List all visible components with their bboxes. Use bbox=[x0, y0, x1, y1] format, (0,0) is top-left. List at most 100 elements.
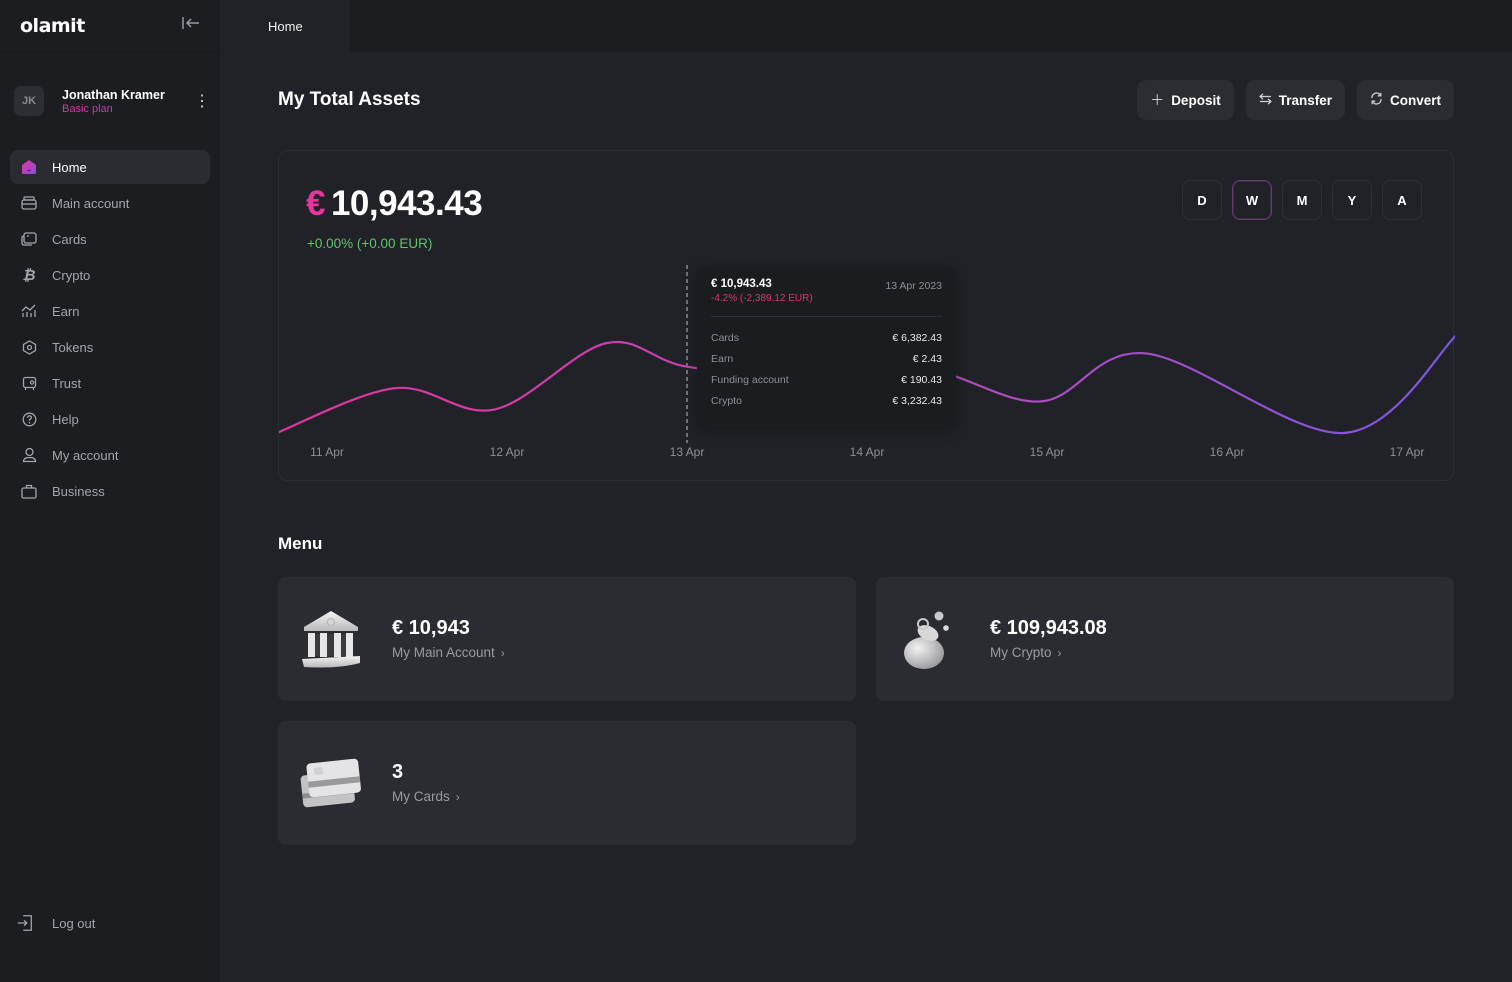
cards-illustration bbox=[298, 751, 364, 815]
convert-button[interactable]: Convert bbox=[1356, 80, 1454, 120]
sidebar-item-main-account[interactable]: Main account bbox=[10, 186, 210, 220]
cards-count: 3 bbox=[392, 761, 404, 783]
deposit-label: Deposit bbox=[1171, 92, 1221, 108]
app-logo[interactable]: olamit bbox=[20, 15, 85, 37]
tooltip-total: € 10,943.43 bbox=[711, 278, 772, 290]
total-assets-card: €10,943.43 +0.00% (+0.00 EUR) D W M Y A … bbox=[278, 150, 1455, 481]
tooltip-row-label: Crypto bbox=[711, 394, 742, 407]
tooltip-date: 13 Apr 2023 bbox=[885, 280, 942, 292]
logout-button[interactable]: Log out bbox=[16, 914, 95, 932]
tooltip-change: -4.2% (-2,389.12 EUR) bbox=[711, 293, 813, 304]
tooltip-row-value: € 190.43 bbox=[901, 373, 942, 386]
sidebar-item-crypto[interactable]: ₿ Crypto bbox=[10, 258, 210, 292]
header-actions: ＋ Deposit Transfer Convert bbox=[1137, 80, 1454, 120]
sidebar-item-label: Main account bbox=[52, 195, 130, 211]
main-account-amount: € 10,943 bbox=[392, 617, 470, 639]
tooltip-row-value: € 3,232.43 bbox=[892, 394, 942, 407]
crypto-link[interactable]: My Crypto › bbox=[990, 645, 1062, 660]
token-icon bbox=[20, 338, 38, 356]
x-tick-label: 16 Apr bbox=[1210, 445, 1245, 459]
briefcase-icon bbox=[20, 482, 38, 500]
user-plan: Basic plan bbox=[62, 103, 194, 115]
collapse-sidebar-icon[interactable] bbox=[182, 16, 200, 35]
avatar[interactable]: JK bbox=[14, 86, 44, 116]
wallet-icon bbox=[20, 194, 38, 212]
chart-tooltip: € 10,943.43 -4.2% (-2,389.12 EUR) 13 Apr… bbox=[697, 265, 956, 427]
safe-icon bbox=[20, 374, 38, 392]
user-profile: JK Jonathan Kramer Basic plan ⋮ bbox=[0, 85, 220, 117]
transfer-label: Transfer bbox=[1278, 92, 1332, 108]
sidebar-item-label: My account bbox=[52, 447, 119, 463]
chevron-right-icon: › bbox=[455, 790, 460, 804]
crypto-amount: € 109,943.08 bbox=[990, 617, 1107, 639]
chevron-right-icon: › bbox=[500, 646, 505, 660]
main-account-link[interactable]: My Main Account › bbox=[392, 645, 505, 660]
sidebar-item-earn[interactable]: Earn bbox=[10, 294, 210, 328]
deposit-button[interactable]: ＋ Deposit bbox=[1137, 80, 1234, 120]
tab-home[interactable]: Home bbox=[220, 0, 350, 52]
home-icon bbox=[20, 158, 38, 176]
bank-illustration bbox=[298, 607, 364, 671]
tooltip-row-label: Funding account bbox=[711, 373, 789, 386]
sidebar-item-my-account[interactable]: My account bbox=[10, 438, 210, 472]
x-tick-label: 14 Apr bbox=[850, 445, 885, 459]
x-tick-label: 12 Apr bbox=[490, 445, 525, 459]
crypto-card[interactable]: € 109,943.08 My Crypto › bbox=[876, 577, 1454, 701]
convert-icon bbox=[1370, 92, 1383, 108]
sidebar-item-home[interactable]: Home bbox=[10, 150, 210, 184]
logo-bar: olamit bbox=[0, 0, 220, 52]
help-icon bbox=[20, 410, 38, 428]
tooltip-row-value: € 2.43 bbox=[912, 352, 942, 365]
sidebar-item-label: Earn bbox=[52, 303, 80, 319]
convert-label: Convert bbox=[1389, 92, 1441, 108]
sidebar-item-label: Tokens bbox=[52, 339, 94, 355]
sidebar-item-label: Crypto bbox=[52, 267, 91, 283]
transfer-button[interactable]: Transfer bbox=[1245, 80, 1345, 120]
menu-heading: Menu bbox=[278, 534, 323, 553]
logout-icon bbox=[16, 914, 34, 932]
page-title: My Total Assets bbox=[278, 89, 421, 110]
tooltip-row: Earn € 2.43 bbox=[711, 348, 942, 369]
cards-icon bbox=[20, 230, 38, 248]
sidebar-item-label: Home bbox=[52, 159, 87, 175]
user-name: Jonathan Kramer bbox=[62, 87, 165, 102]
tooltip-divider bbox=[711, 316, 942, 317]
tooltip-row: Cards € 6,382.43 bbox=[711, 327, 942, 348]
main-account-label: My Main Account bbox=[392, 645, 495, 660]
cards-link[interactable]: My Cards › bbox=[392, 789, 460, 804]
sidebar-item-label: Help bbox=[52, 411, 79, 427]
tooltip-row-label: Cards bbox=[711, 331, 740, 344]
coin-bag-illustration bbox=[896, 607, 962, 671]
tooltip-row: Crypto € 3,232.43 bbox=[711, 390, 942, 411]
sidebar-item-trust[interactable]: Trust bbox=[10, 366, 210, 400]
chart-growth-icon bbox=[20, 302, 38, 320]
profile-menu-icon[interactable]: ⋮ bbox=[194, 91, 210, 111]
x-tick-label: 17 Apr bbox=[1390, 445, 1425, 459]
sidebar-item-help[interactable]: Help bbox=[10, 402, 210, 436]
cards-card[interactable]: 3 My Cards › bbox=[278, 721, 856, 845]
sidebar-item-label: Business bbox=[52, 483, 105, 499]
chevron-right-icon: › bbox=[1057, 646, 1062, 660]
tooltip-row-value: € 6,382.43 bbox=[892, 331, 942, 344]
tab-bar: Home bbox=[220, 0, 1512, 52]
sidebar-item-tokens[interactable]: Tokens bbox=[10, 330, 210, 364]
sidebar: olamit JK Jonathan Kramer Basic plan ⋮ H… bbox=[0, 0, 220, 982]
sidebar-item-label: Cards bbox=[52, 231, 87, 247]
sidebar-item-label: Trust bbox=[52, 375, 82, 391]
transfer-icon bbox=[1258, 92, 1272, 108]
cards-label: My Cards bbox=[392, 789, 450, 804]
x-tick-label: 13 Apr bbox=[670, 445, 705, 459]
user-icon bbox=[20, 446, 38, 464]
tooltip-row-label: Earn bbox=[711, 352, 734, 365]
x-tick-label: 15 Apr bbox=[1030, 445, 1065, 459]
sidebar-item-business[interactable]: Business bbox=[10, 474, 210, 508]
crypto-label: My Crypto bbox=[990, 645, 1052, 660]
bitcoin-icon: ₿ bbox=[22, 266, 36, 284]
main-account-card[interactable]: € 10,943 My Main Account › bbox=[278, 577, 856, 701]
x-tick-label: 11 Apr bbox=[310, 445, 344, 459]
tooltip-row: Funding account € 190.43 bbox=[711, 369, 942, 390]
sidebar-nav: Home Main account Cards ₿ Crypto Earn To… bbox=[0, 150, 220, 508]
plus-icon: ＋ bbox=[1150, 92, 1165, 108]
logout-label: Log out bbox=[52, 915, 96, 931]
sidebar-item-cards[interactable]: Cards bbox=[10, 222, 210, 256]
